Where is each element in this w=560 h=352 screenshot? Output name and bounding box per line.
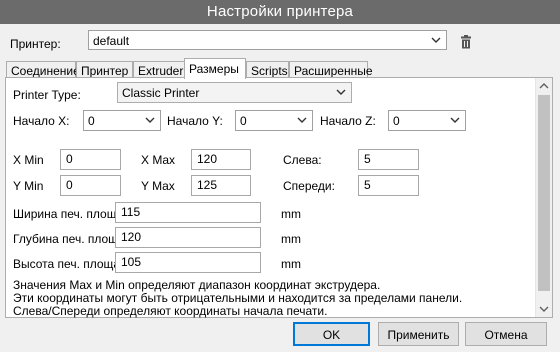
- chevron-down-icon: [450, 117, 460, 123]
- tab-advanced[interactable]: Расширенные: [289, 61, 373, 78]
- bed-depth-unit: mm: [281, 232, 301, 246]
- origin-y-select[interactable]: 0: [235, 110, 313, 131]
- bed-width-unit: mm: [281, 207, 301, 221]
- chevron-down-icon: [145, 117, 155, 123]
- tab-scripts[interactable]: Scripts: [246, 61, 289, 78]
- printer-type-select[interactable]: Classic Printer: [117, 82, 352, 103]
- bed-depth-input[interactable]: 120: [115, 227, 261, 248]
- y-max-label: Y Max: [141, 179, 175, 193]
- x-max-input[interactable]: 120: [191, 149, 251, 170]
- origin-x-label: Начало X:: [13, 114, 70, 128]
- front-input[interactable]: 5: [358, 175, 419, 196]
- origin-x-value: 0: [88, 114, 95, 128]
- cancel-button[interactable]: Отмена: [465, 322, 547, 346]
- scroll-up-icon[interactable]: [536, 78, 552, 94]
- chevron-down-icon: [297, 117, 307, 123]
- tab-printer[interactable]: Принтер: [76, 61, 133, 78]
- origin-x-select[interactable]: 0: [83, 110, 161, 131]
- bed-width-input[interactable]: 115: [115, 202, 261, 223]
- origin-y-value: 0: [240, 114, 247, 128]
- x-min-input[interactable]: 0: [60, 149, 121, 170]
- chevron-down-icon: [336, 89, 346, 95]
- trash-icon[interactable]: [460, 35, 472, 49]
- scrollbar-thumb[interactable]: [538, 95, 550, 291]
- printer-select-value: default: [93, 34, 130, 48]
- bed-height-unit: mm: [281, 257, 301, 271]
- printer-label: Принтер:: [10, 37, 61, 51]
- left-input[interactable]: 5: [358, 149, 419, 170]
- printer-type-value: Classic Printer: [122, 86, 200, 100]
- scroll-down-icon[interactable]: [536, 301, 552, 317]
- bed-height-input[interactable]: 105: [115, 252, 261, 273]
- tab-extruder[interactable]: Extruder: [133, 61, 186, 78]
- title-bar[interactable]: Настройки принтера: [0, 0, 560, 24]
- origin-z-value: 0: [393, 114, 400, 128]
- help-note-line-3: Слева/Спереди определяют координаты нача…: [13, 304, 328, 318]
- vertical-scrollbar[interactable]: [535, 78, 552, 317]
- apply-button[interactable]: Применить: [378, 322, 459, 346]
- chevron-down-icon: [431, 37, 441, 43]
- x-min-label: X Min: [13, 153, 44, 167]
- dimensions-panel: Printer Type: Classic Printer Начало X: …: [5, 77, 553, 318]
- printer-select[interactable]: default: [88, 30, 447, 50]
- origin-y-label: Начало Y:: [167, 114, 223, 128]
- origin-z-label: Начало Z:: [320, 114, 376, 128]
- x-max-label: X Max: [141, 153, 176, 167]
- front-label: Спереди:: [283, 179, 335, 193]
- y-min-label: Y Min: [13, 179, 44, 193]
- tab-dimensions[interactable]: Размеры: [184, 58, 246, 79]
- left-label: Слева:: [283, 153, 322, 167]
- y-min-input[interactable]: 0: [60, 175, 121, 196]
- printer-settings-window: Настройки принтера Принтер: default Соед…: [0, 0, 560, 352]
- printer-type-label: Printer Type:: [13, 88, 81, 102]
- origin-z-select[interactable]: 0: [388, 110, 466, 131]
- tab-connection[interactable]: Соединение: [6, 61, 80, 78]
- ok-button[interactable]: OK: [293, 322, 370, 346]
- y-max-input[interactable]: 125: [191, 175, 251, 196]
- window-title: Настройки принтера: [206, 3, 354, 20]
